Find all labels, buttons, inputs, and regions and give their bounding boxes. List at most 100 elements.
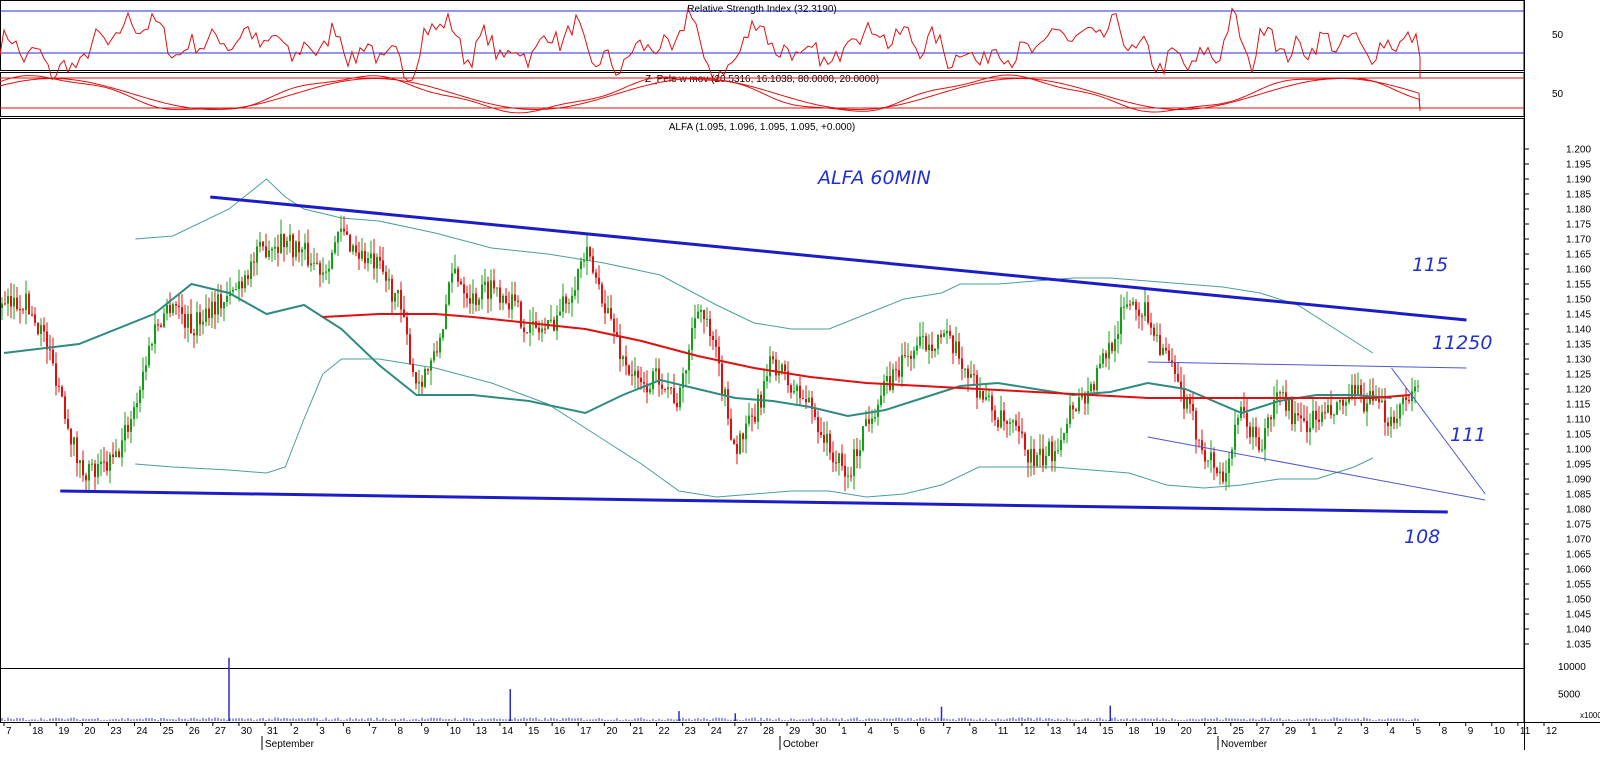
price-tick-label: 1.115	[1566, 400, 1591, 411]
candle-body	[1342, 399, 1344, 406]
candle-body	[1, 303, 3, 308]
candle-body	[40, 325, 42, 335]
candle-body	[73, 437, 75, 445]
candle-body	[238, 281, 240, 290]
day-label: 11	[998, 726, 1009, 737]
candle-body	[505, 295, 507, 304]
candle-body	[976, 375, 978, 398]
candle-body	[1291, 399, 1293, 425]
candle-body	[364, 251, 366, 264]
candle-body	[559, 311, 561, 316]
day-label: 9	[1468, 726, 1474, 737]
candle-body	[148, 345, 150, 366]
day-label: 25	[1233, 726, 1245, 737]
candle-body	[721, 363, 723, 396]
candle-body	[1126, 304, 1128, 307]
candle-body	[832, 452, 834, 463]
candle-body	[196, 312, 198, 336]
candle-body	[766, 376, 768, 382]
candle-body	[433, 351, 435, 361]
trendline	[1147, 361, 1467, 369]
candle-body	[1207, 460, 1209, 462]
candle-body	[925, 336, 927, 351]
candle-body	[556, 315, 558, 331]
candle-body	[1162, 347, 1164, 356]
candle-body	[7, 296, 9, 304]
candle-body	[544, 328, 546, 330]
candle-body	[934, 348, 936, 351]
candle-body	[1393, 416, 1395, 424]
candle-body	[1294, 413, 1296, 425]
candle-body	[1222, 471, 1224, 482]
candle-body	[274, 246, 276, 249]
candle-body	[1009, 422, 1011, 424]
candle-body	[961, 358, 963, 369]
day-label: 21	[632, 726, 644, 737]
candle-body	[622, 356, 624, 360]
candle-body	[592, 256, 594, 273]
candle-body	[193, 333, 195, 336]
candle-body	[25, 293, 27, 311]
candle-body	[727, 389, 729, 419]
candle-body	[133, 407, 135, 419]
day-label: 28	[763, 726, 775, 737]
candle-body	[958, 341, 960, 359]
day-label: 14	[1076, 726, 1088, 737]
candle-body	[904, 355, 906, 357]
day-label: 13	[476, 726, 488, 737]
day-label: 15	[1102, 726, 1114, 737]
price-tick-label: 1.090	[1566, 475, 1591, 486]
candle-body	[748, 415, 750, 424]
trendline	[210, 195, 1467, 322]
day-label: 19	[1154, 726, 1166, 737]
candle-body	[595, 272, 597, 278]
candle-body	[283, 233, 285, 248]
price-title: ALFA (1.095, 1.096, 1.095, 1.095, +0.000…	[669, 122, 856, 133]
candle-body	[79, 460, 81, 464]
candle-body	[1045, 455, 1047, 466]
candle-body	[457, 268, 459, 282]
candle-body	[1153, 327, 1155, 336]
candle-body	[1072, 405, 1074, 410]
day-label: 1	[1311, 726, 1317, 737]
candle-body	[112, 454, 114, 457]
candle-body	[142, 371, 144, 390]
candle-body	[124, 425, 126, 441]
candle-body	[526, 332, 528, 334]
candle-body	[973, 374, 975, 376]
candle-body	[319, 263, 321, 275]
candle-body	[508, 303, 510, 310]
day-label: 3	[319, 726, 325, 737]
candle-body	[337, 231, 339, 243]
day-label: 25	[163, 726, 175, 737]
candle-body	[853, 449, 855, 476]
candle-body	[1354, 385, 1356, 395]
day-label: 15	[528, 726, 540, 737]
candle-body	[1315, 410, 1317, 420]
candle-body	[1048, 441, 1050, 456]
candle-body	[943, 333, 945, 338]
candle-body	[454, 268, 456, 274]
candle-body	[988, 395, 990, 398]
price-tick-label: 1.165	[1566, 250, 1591, 261]
candle-body	[490, 280, 492, 299]
candle-body	[106, 461, 108, 471]
candle-body	[37, 322, 39, 335]
candle-body	[418, 381, 420, 384]
candle-body	[1186, 398, 1188, 409]
candle-body	[22, 309, 24, 311]
candle-body	[1054, 451, 1056, 462]
candle-body	[1132, 301, 1134, 305]
candle-body	[445, 304, 447, 330]
candle-body	[250, 261, 252, 279]
candle-body	[205, 308, 207, 322]
candle-body	[1021, 431, 1023, 434]
candle-body	[217, 294, 219, 315]
candle-body	[199, 312, 201, 325]
day-label: 1	[841, 726, 847, 737]
candle-body	[673, 388, 675, 403]
day-label: 23	[110, 726, 122, 737]
candle-body	[385, 271, 387, 281]
candle-body	[127, 425, 129, 432]
candle-body	[796, 385, 798, 392]
